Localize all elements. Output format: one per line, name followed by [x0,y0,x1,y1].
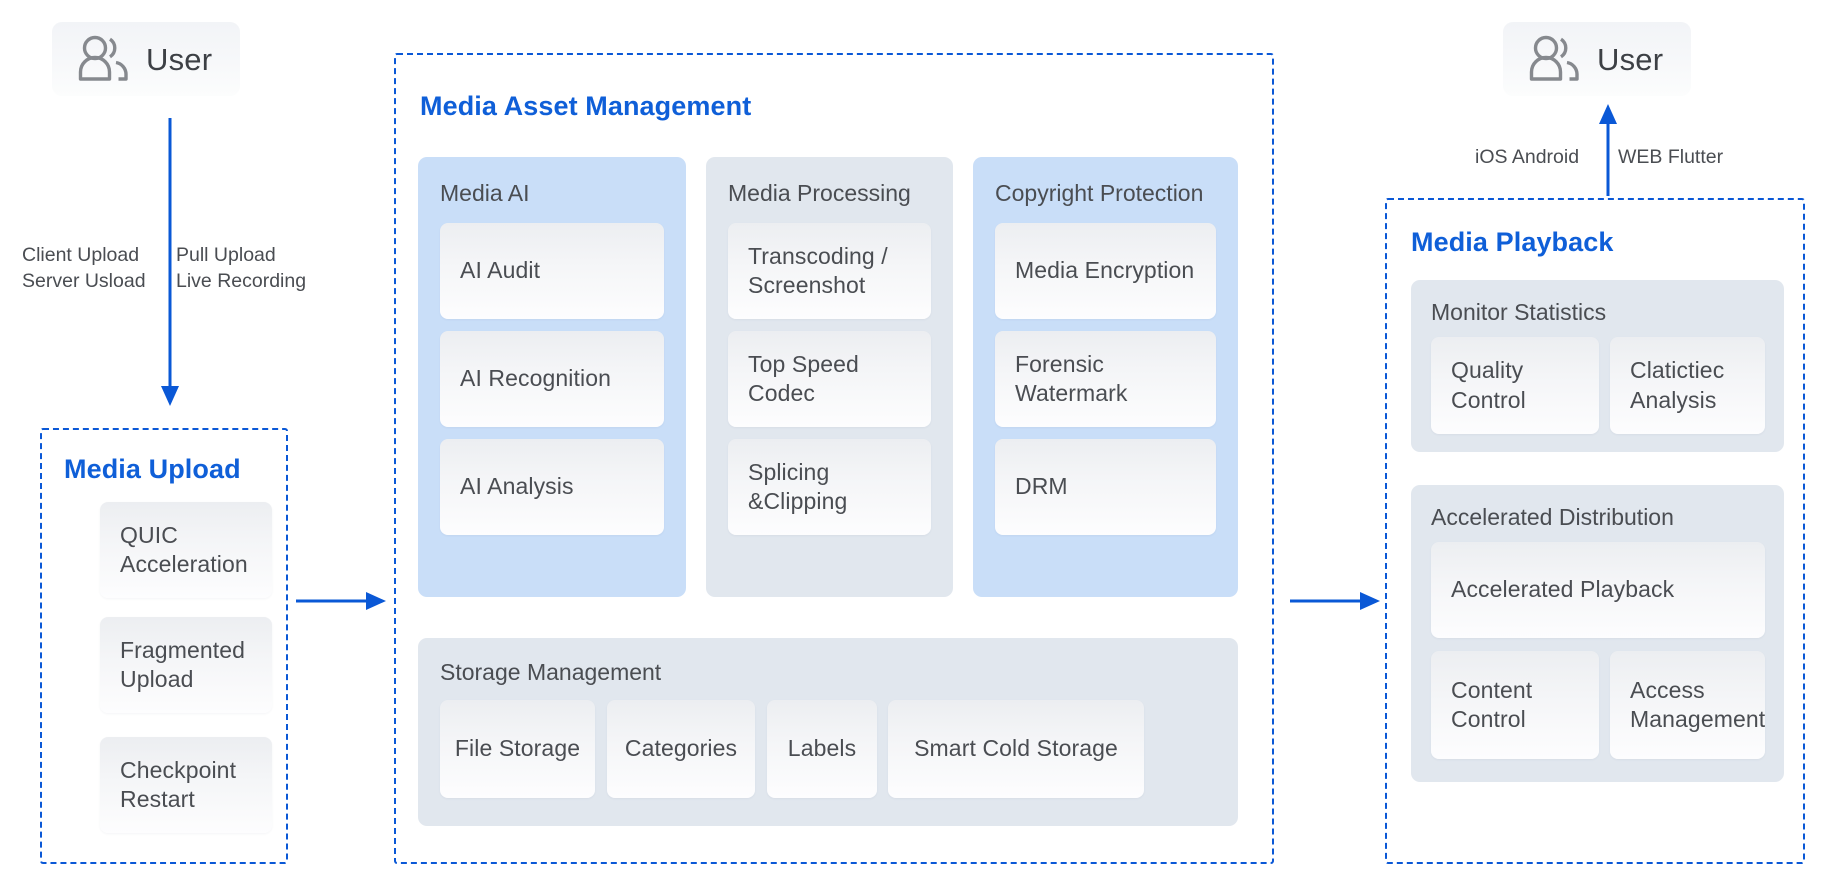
card-label: Fragmented Upload [120,636,246,692]
card-splicing-clipping[interactable]: Splicing &Clipping [728,439,931,535]
users-icon [78,35,128,81]
user-label: User [146,41,213,77]
media-asset-title: Media Asset Management [420,91,752,121]
card-accelerated-playback[interactable]: Accelerated Playback [1431,542,1765,638]
card-top-speed-codec[interactable]: Top Speed Codec [728,331,931,427]
flow-label-client: Client Upload Server Usload [22,244,146,292]
card-clatictiec-analysis[interactable]: Clatictiec Analysis [1610,337,1765,434]
platform-label-ios-android: iOS Android [1475,146,1580,168]
user-chip-right: User [1503,22,1692,96]
card-label: Access Management [1630,676,1766,732]
group-title: Media AI [440,180,530,206]
card-media-encryption[interactable]: Media Encryption [995,223,1216,319]
card-access-management[interactable]: Access Management [1610,651,1765,759]
group-monitor-statistics: Monitor Statistics Quality Control Clati… [1411,280,1784,452]
card-label: Forensic Watermark [1015,350,1128,406]
card-label: Top Speed Codec [748,350,859,406]
card-ai-analysis[interactable]: AI Analysis [440,439,664,535]
group-copyright-protection: Copyright Protection Media Encryption Fo… [973,157,1238,597]
arrow-asset-to-playback [1290,592,1380,610]
group-title: Monitor Statistics [1431,299,1607,325]
card-label: Categories [624,735,738,762]
card-label: Labels [787,735,857,762]
card-quality-control[interactable]: Quality Control [1431,337,1599,434]
card-smart-cold-storage[interactable]: Smart Cold Storage [888,700,1144,798]
card-label: File Storage [454,735,581,762]
group-title: Media Processing [728,180,911,206]
card-label: AI Analysis [460,473,574,500]
group-media-processing: Media Processing Transcoding / Screensho… [706,157,953,597]
card-labels[interactable]: Labels [767,700,877,798]
arrow-upload-to-asset [296,592,386,610]
card-ai-recognition[interactable]: AI Recognition [440,331,664,427]
card-label: Transcoding / Screenshot [748,242,888,298]
platform-label-web-flutter: WEB Flutter [1618,146,1724,168]
group-accelerated-distribution: Accelerated Distribution Accelerated Pla… [1411,485,1784,782]
group-storage-management: Storage Management File Storage Categori… [418,638,1238,826]
card-drm[interactable]: DRM [995,439,1216,535]
section-media-upload: Media Upload QUIC Acceleration Fragmente… [40,428,288,864]
group-title: Accelerated Distribution [1431,504,1674,530]
user-label: User [1597,41,1664,77]
card-label: Clatictiec Analysis [1630,357,1725,413]
card-quic-acceleration[interactable]: QUIC Acceleration [100,502,272,598]
card-categories[interactable]: Categories [607,700,755,798]
group-media-ai: Media AI AI Audit AI Recognition AI Anal… [418,157,686,597]
card-label: Smart Cold Storage [914,735,1118,762]
section-media-asset-management: Media Asset Management Media AI AI Audit… [394,53,1274,864]
card-checkpoint-restart[interactable]: Checkpoint Restart [100,737,272,833]
media-playback-title: Media Playback [1411,227,1614,257]
section-media-playback: Media Playback Monitor Statistics Qualit… [1385,198,1805,864]
card-label: AI Recognition [460,365,611,392]
card-label: Quality Control [1451,357,1526,413]
user-chip-left: User [52,22,241,96]
flow-label-pull: Pull Upload Live Recording [176,244,307,292]
group-title: Storage Management [440,659,662,685]
architecture-diagram: User Client Upload Server Usload Pull Up… [0,0,1832,888]
card-label: QUIC Acceleration [120,521,248,577]
media-upload-title: Media Upload [64,454,241,484]
card-ai-audit[interactable]: AI Audit [440,223,664,319]
card-label: Media Encryption [1015,257,1195,284]
card-fragmented-upload[interactable]: Fragmented Upload [100,617,272,713]
card-label: DRM [1015,473,1068,500]
card-label: AI Audit [460,257,541,284]
users-icon [1529,35,1579,81]
card-transcoding-screenshot[interactable]: Transcoding / Screenshot [728,223,931,319]
card-label: Splicing &Clipping [748,458,848,514]
card-label: Content Control [1451,676,1533,732]
card-file-storage[interactable]: File Storage [440,700,595,798]
card-forensic-watermark[interactable]: Forensic Watermark [995,331,1216,427]
card-label: Accelerated Playback [1451,576,1675,603]
card-label: Checkpoint Restart [120,756,237,812]
group-title: Copyright Protection [995,180,1204,206]
card-content-control[interactable]: Content Control [1431,651,1599,759]
